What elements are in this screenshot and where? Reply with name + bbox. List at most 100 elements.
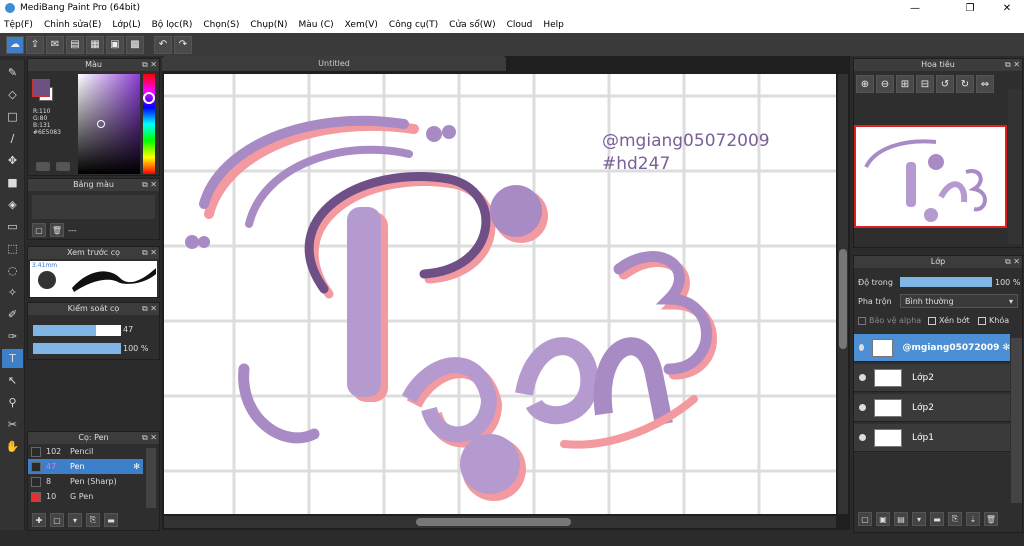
eyedropper-tool-icon[interactable]: ⚲ xyxy=(2,393,23,412)
vertical-scrollbar[interactable] xyxy=(838,74,848,514)
menu-select[interactable]: Chọn(S) xyxy=(203,20,239,30)
drawing-canvas[interactable]: @mgiang05072009 #hd247 xyxy=(164,74,836,514)
panel-close-icon[interactable]: ⧉ ✕ xyxy=(142,59,157,71)
foreground-color-swatch[interactable] xyxy=(32,79,50,97)
zoom-in-icon[interactable]: ⊕ xyxy=(856,75,874,93)
hand-tool-icon[interactable]: ✋ xyxy=(2,437,23,456)
lasso-tool-icon[interactable]: ◌ xyxy=(2,261,23,280)
eye-icon[interactable] xyxy=(859,344,864,351)
hue-cursor[interactable] xyxy=(143,92,155,104)
flip-icon[interactable]: ⇔ xyxy=(976,75,994,93)
brush-tool-icon[interactable]: ✎ xyxy=(2,63,23,82)
navigator-zoom-slider[interactable] xyxy=(1008,89,1022,244)
rotate-left-icon[interactable]: ↺ xyxy=(936,75,954,93)
minimize-icon[interactable]: — xyxy=(900,0,930,16)
layer-list-scrollbar[interactable] xyxy=(1011,338,1022,503)
zoom-out-icon[interactable]: ⊖ xyxy=(876,75,894,93)
eraser-tool-icon[interactable]: ◇ xyxy=(2,85,23,104)
menu-edit[interactable]: Chỉnh sửa(E) xyxy=(44,20,101,30)
blend-mode-select[interactable]: Bình thường ▾ xyxy=(900,294,1018,308)
grid-icon[interactable]: ▩ xyxy=(126,35,144,54)
new-brush-icon[interactable]: ▢ xyxy=(50,513,64,527)
divide-tool-icon[interactable]: ✂ xyxy=(2,415,23,434)
menu-view[interactable]: Xem(V) xyxy=(345,20,378,30)
merge-layer-icon[interactable]: ⇣ xyxy=(966,512,980,526)
delete-palette-icon[interactable]: 🗑 xyxy=(50,223,64,237)
brush-opacity-value[interactable]: 100 % xyxy=(123,344,148,353)
brush-opacity-slider[interactable] xyxy=(33,343,121,354)
fit-icon[interactable]: ⊞ xyxy=(896,75,914,93)
magic-wand-tool-icon[interactable]: ✧ xyxy=(2,283,23,302)
layer-menu-icon[interactable]: ▾ xyxy=(912,512,926,526)
brush-menu-icon[interactable]: ▾ xyxy=(68,513,82,527)
navigator-thumbnail[interactable] xyxy=(854,125,1007,228)
select-tool-icon[interactable]: ⬚ xyxy=(2,239,23,258)
brush-size-slider[interactable] xyxy=(33,325,121,336)
new-halftone-layer-icon[interactable]: ▣ xyxy=(876,512,890,526)
actual-size-icon[interactable]: ⊟ xyxy=(916,75,934,93)
brush-item[interactable]: 10 G Pen xyxy=(28,489,143,504)
document-tab[interactable]: Untitled xyxy=(162,56,506,71)
brush-item[interactable]: 8 Pen (Sharp) xyxy=(28,474,143,489)
panel-close-icon[interactable]: ⧉ ✕ xyxy=(142,179,157,191)
brush-item[interactable]: 102 Pencil xyxy=(28,444,143,459)
hue-slider[interactable] xyxy=(143,74,155,174)
protect-alpha-checkbox[interactable]: Bảo vệ alpha xyxy=(858,316,921,325)
menu-filter[interactable]: Bộ lọc(R) xyxy=(152,20,193,30)
brush-size-value[interactable]: 47 xyxy=(123,325,133,334)
color-mode-button[interactable] xyxy=(56,162,70,171)
new-palette-icon[interactable]: ▢ xyxy=(32,223,46,237)
menu-layer[interactable]: Lớp(L) xyxy=(112,20,140,30)
layer-row[interactable]: Lớp2 xyxy=(854,364,1010,392)
clipping-checkbox[interactable]: Xén bớt xyxy=(928,316,970,325)
dot-tool-icon[interactable]: ∕ xyxy=(2,129,23,148)
sv-cursor[interactable] xyxy=(97,120,105,128)
panel-close-icon[interactable]: ⧉ ✕ xyxy=(142,432,157,444)
brush-list-scrollbar[interactable] xyxy=(146,448,156,508)
saturation-value-picker[interactable] xyxy=(78,74,140,174)
bucket-tool-icon[interactable]: ◈ xyxy=(2,195,23,214)
operation-tool-icon[interactable]: ↖ xyxy=(2,371,23,390)
menu-window[interactable]: Cửa sổ(W) xyxy=(449,20,495,30)
undo-icon[interactable]: ↶ xyxy=(154,35,172,54)
layer-opacity-slider[interactable] xyxy=(900,277,992,287)
panel-close-icon[interactable]: ⧉ ✕ xyxy=(142,303,157,315)
menu-file[interactable]: Tệp(F) xyxy=(4,20,33,30)
eye-icon[interactable] xyxy=(859,434,866,441)
vertical-scroll-thumb[interactable] xyxy=(839,249,847,349)
text-tool-icon[interactable]: T xyxy=(2,349,23,368)
duplicate-layer-icon[interactable]: ⎘ xyxy=(948,512,962,526)
panel-close-icon[interactable]: ⧉ ✕ xyxy=(142,247,157,259)
palette-swatches[interactable] xyxy=(32,195,155,219)
menu-cloud[interactable]: Cloud xyxy=(507,20,533,30)
layer-row[interactable]: Lớp2 xyxy=(854,394,1010,422)
select-pen-tool-icon[interactable]: ✐ xyxy=(2,305,23,324)
cloud-icon[interactable]: ☁ xyxy=(6,35,24,54)
gear-icon[interactable]: ✻ xyxy=(1002,343,1010,353)
lock-checkbox[interactable]: Khóa xyxy=(978,316,1009,325)
comment-icon[interactable]: ✉ xyxy=(46,35,64,54)
panel-close-icon[interactable]: ⧉ ✕ xyxy=(1005,256,1020,268)
document-icon[interactable]: ▦ xyxy=(86,35,104,54)
move-tool-icon[interactable]: ✥ xyxy=(2,151,23,170)
rotate-right-icon[interactable]: ↻ xyxy=(956,75,974,93)
gradient-tool-icon[interactable]: ▭ xyxy=(2,217,23,236)
menu-tools[interactable]: Công cụ(T) xyxy=(389,20,438,30)
panel-icon[interactable]: ▣ xyxy=(106,35,124,54)
fill-rect-tool-icon[interactable]: ■ xyxy=(2,173,23,192)
brush-folder-icon[interactable]: ▬ xyxy=(104,513,118,527)
eyedropper-mini-button[interactable] xyxy=(36,162,50,171)
menu-snap[interactable]: Chụp(N) xyxy=(250,20,287,30)
message-icon[interactable]: ▤ xyxy=(66,35,84,54)
panel-close-icon[interactable]: ⧉ ✕ xyxy=(1005,59,1020,71)
gear-icon[interactable]: ✻ xyxy=(133,462,140,471)
copy-brush-icon[interactable]: ⎘ xyxy=(86,513,100,527)
layer-row[interactable]: @mgiang05072009 ✻ xyxy=(854,334,1010,362)
horizontal-scroll-thumb[interactable] xyxy=(416,518,571,526)
new-layer-icon[interactable]: ▢ xyxy=(858,512,872,526)
new-8bit-layer-icon[interactable]: ▤ xyxy=(894,512,908,526)
layer-folder-icon[interactable]: ▬ xyxy=(930,512,944,526)
close-icon[interactable]: ✕ xyxy=(992,0,1022,16)
menu-help[interactable]: Help xyxy=(543,20,564,30)
shape-tool-icon[interactable]: □ xyxy=(2,107,23,126)
